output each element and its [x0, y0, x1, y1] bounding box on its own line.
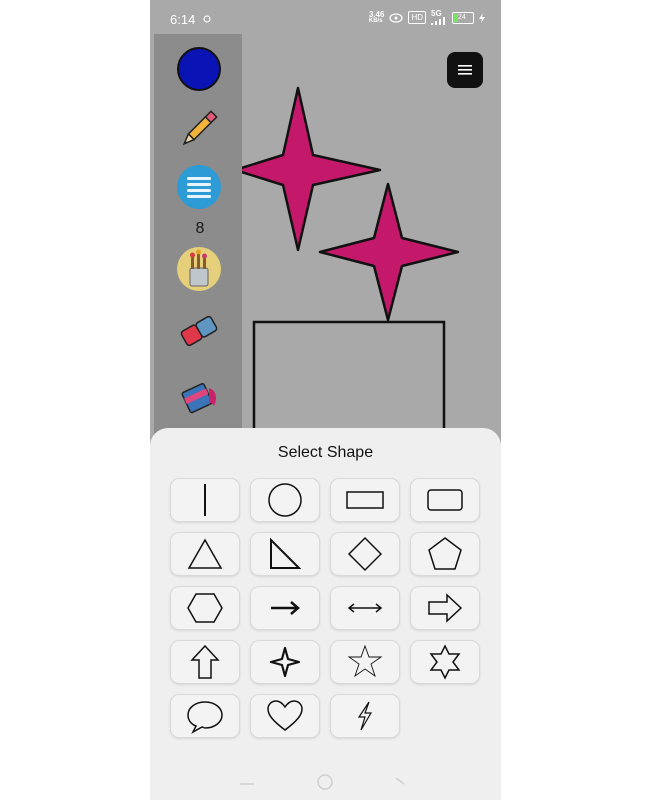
diamond-icon	[347, 536, 383, 572]
shape-triangle-button[interactable]	[170, 532, 240, 576]
six-point-star-icon	[429, 644, 461, 680]
shape-diamond-button[interactable]	[330, 532, 400, 576]
shape-rectangle-button[interactable]	[330, 478, 400, 522]
net-speed-unit: KB/s	[368, 17, 383, 24]
shape-pentagon-button[interactable]	[410, 532, 480, 576]
eraser-icon[interactable]	[176, 308, 222, 354]
shape-lightning-button[interactable]	[330, 694, 400, 738]
drawn-rectangle[interactable]	[252, 320, 446, 438]
circle-icon	[268, 483, 302, 517]
phone-screen: 6:14 3.46 KB/s HD 5G 24 8 Select Shape	[150, 0, 501, 800]
five-point-star-icon	[347, 644, 383, 678]
block-arrow-right-icon	[428, 593, 463, 623]
pencil-icon[interactable]	[176, 106, 222, 152]
shape-five-point-star-button[interactable]	[330, 640, 400, 684]
speech-bubble-icon	[187, 701, 223, 734]
stroke-width-button[interactable]	[176, 164, 222, 210]
rectangle-icon	[346, 491, 384, 509]
network-type: 5G	[431, 9, 442, 18]
signal-icon	[431, 17, 445, 25]
tool-sidebar: 8	[154, 34, 242, 434]
net-speed-value: 3.46	[368, 9, 385, 19]
hamburger-icon	[458, 65, 472, 75]
hexagon-icon	[187, 593, 223, 623]
shape-right-triangle-button[interactable]	[250, 532, 320, 576]
status-time: 6:14	[170, 12, 196, 27]
nav-back-icon	[395, 777, 405, 785]
line-icon	[204, 484, 206, 516]
arrow-right-icon	[271, 601, 300, 615]
block-arrow-up-icon	[190, 644, 220, 679]
shape-circle-button[interactable]	[250, 478, 320, 522]
double-arrow-icon	[347, 603, 383, 613]
sync-icon	[203, 15, 211, 23]
shape-four-point-star-button[interactable]	[250, 640, 320, 684]
pentagon-icon	[428, 537, 462, 570]
drawn-star-small[interactable]	[318, 182, 460, 322]
shape-speech-bubble-button[interactable]	[170, 694, 240, 738]
battery-icon: 24	[452, 11, 474, 24]
color-picker-button[interactable]	[176, 46, 222, 92]
select-shape-sheet: Select Shape	[150, 428, 501, 800]
shape-block-arrow-button[interactable]	[410, 586, 480, 630]
shape-up-arrow-button[interactable]	[170, 640, 240, 684]
heart-icon	[267, 700, 303, 731]
four-point-star-icon	[269, 646, 301, 678]
shape-rounded-rectangle-button[interactable]	[410, 478, 480, 522]
drawn-star-large[interactable]	[233, 86, 382, 252]
shape-six-point-star-button[interactable]	[410, 640, 480, 684]
lightning-icon	[357, 701, 373, 731]
brush-size-value: 8	[195, 220, 205, 237]
status-bar: 6:14 3.46 KB/s HD 5G 24	[150, 0, 501, 38]
volte-icon: HD	[408, 11, 426, 24]
status-right: 3.46 KB/s HD 5G 24	[369, 10, 485, 25]
shape-line-button[interactable]	[170, 478, 240, 522]
shape-double-arrow-button[interactable]	[330, 586, 400, 630]
menu-button[interactable]	[447, 52, 483, 88]
right-triangle-icon	[270, 537, 302, 569]
shape-heart-button[interactable]	[250, 694, 320, 738]
sheet-title: Select Shape	[277, 444, 374, 461]
shape-arrow-button[interactable]	[250, 586, 320, 630]
paint-bucket-icon[interactable]	[176, 372, 222, 418]
triangle-icon	[187, 538, 223, 569]
nav-home-icon	[317, 774, 333, 790]
battery-level: 24	[458, 14, 466, 21]
shape-hexagon-button[interactable]	[170, 586, 240, 630]
charging-icon	[479, 12, 485, 23]
system-nav-bar	[150, 772, 501, 792]
rounded-rectangle-icon	[427, 489, 463, 511]
brushes-icon[interactable]	[176, 246, 222, 292]
hotspot-icon	[389, 12, 404, 23]
